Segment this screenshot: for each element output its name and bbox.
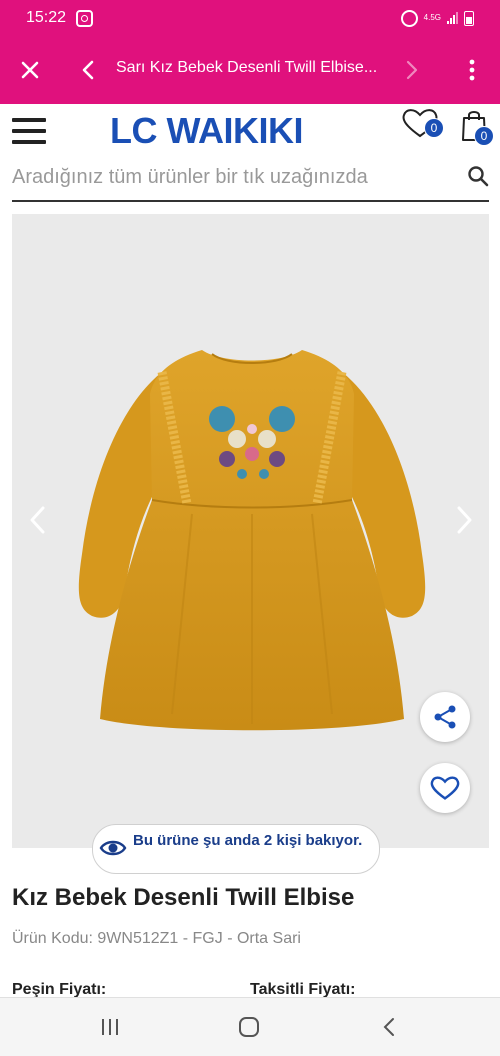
more-options-icon[interactable]	[458, 56, 486, 84]
eye-icon	[99, 840, 127, 856]
home-icon[interactable]	[237, 1016, 261, 1038]
search-icon[interactable]	[467, 165, 489, 187]
product-image-gallery[interactable]	[12, 214, 489, 848]
status-bar: 15:22 4.5G	[0, 0, 500, 36]
status-icons: 4.5G	[400, 0, 474, 36]
viewers-text: Bu ürüne şu anda 2 kişi bakıyor.	[133, 832, 363, 849]
cart-count-badge: 0	[474, 126, 494, 146]
search-bar	[12, 160, 489, 202]
forward-icon[interactable]	[398, 56, 426, 84]
instagram-notification-icon	[76, 9, 94, 27]
cart-button[interactable]: 0	[460, 108, 496, 146]
brand-logo[interactable]: LC WAIKIKI	[110, 110, 303, 152]
system-navigation-bar	[0, 997, 500, 1056]
recent-apps-icon[interactable]	[98, 1016, 122, 1038]
product-title: Kız Bebek Desenli Twill Elbise	[12, 884, 355, 911]
wishlist-button[interactable]: 0	[400, 106, 444, 142]
network-type: 4.5G	[423, 13, 441, 22]
browser-app-bar: Sarı Kız Bebek Desenli Twill Elbise...	[0, 36, 500, 104]
status-time: 15:22	[26, 9, 67, 26]
live-viewers-banner: Bu ürüne şu anda 2 kişi bakıyor.	[92, 824, 380, 874]
previous-image-icon[interactable]	[26, 504, 50, 536]
back-icon[interactable]	[74, 56, 102, 84]
next-image-icon[interactable]	[452, 504, 476, 536]
hamburger-menu-icon[interactable]	[12, 118, 46, 146]
back-nav-icon[interactable]	[378, 1016, 402, 1038]
add-to-wishlist-button[interactable]	[420, 763, 470, 813]
battery-icon	[464, 10, 474, 26]
share-icon	[434, 705, 456, 729]
search-input[interactable]	[12, 160, 452, 194]
signal-icon	[447, 12, 458, 24]
product-code: Ürün Kodu: 9WN512Z1 - FGJ - Orta Sari	[12, 930, 301, 947]
product-image	[78, 350, 426, 731]
alarm-icon	[400, 9, 418, 27]
close-icon[interactable]	[16, 56, 44, 84]
wishlist-count-badge: 0	[424, 118, 444, 138]
share-button[interactable]	[420, 692, 470, 742]
page-title: Sarı Kız Bebek Desenli Twill Elbise...	[116, 59, 378, 76]
heart-icon	[430, 776, 460, 800]
